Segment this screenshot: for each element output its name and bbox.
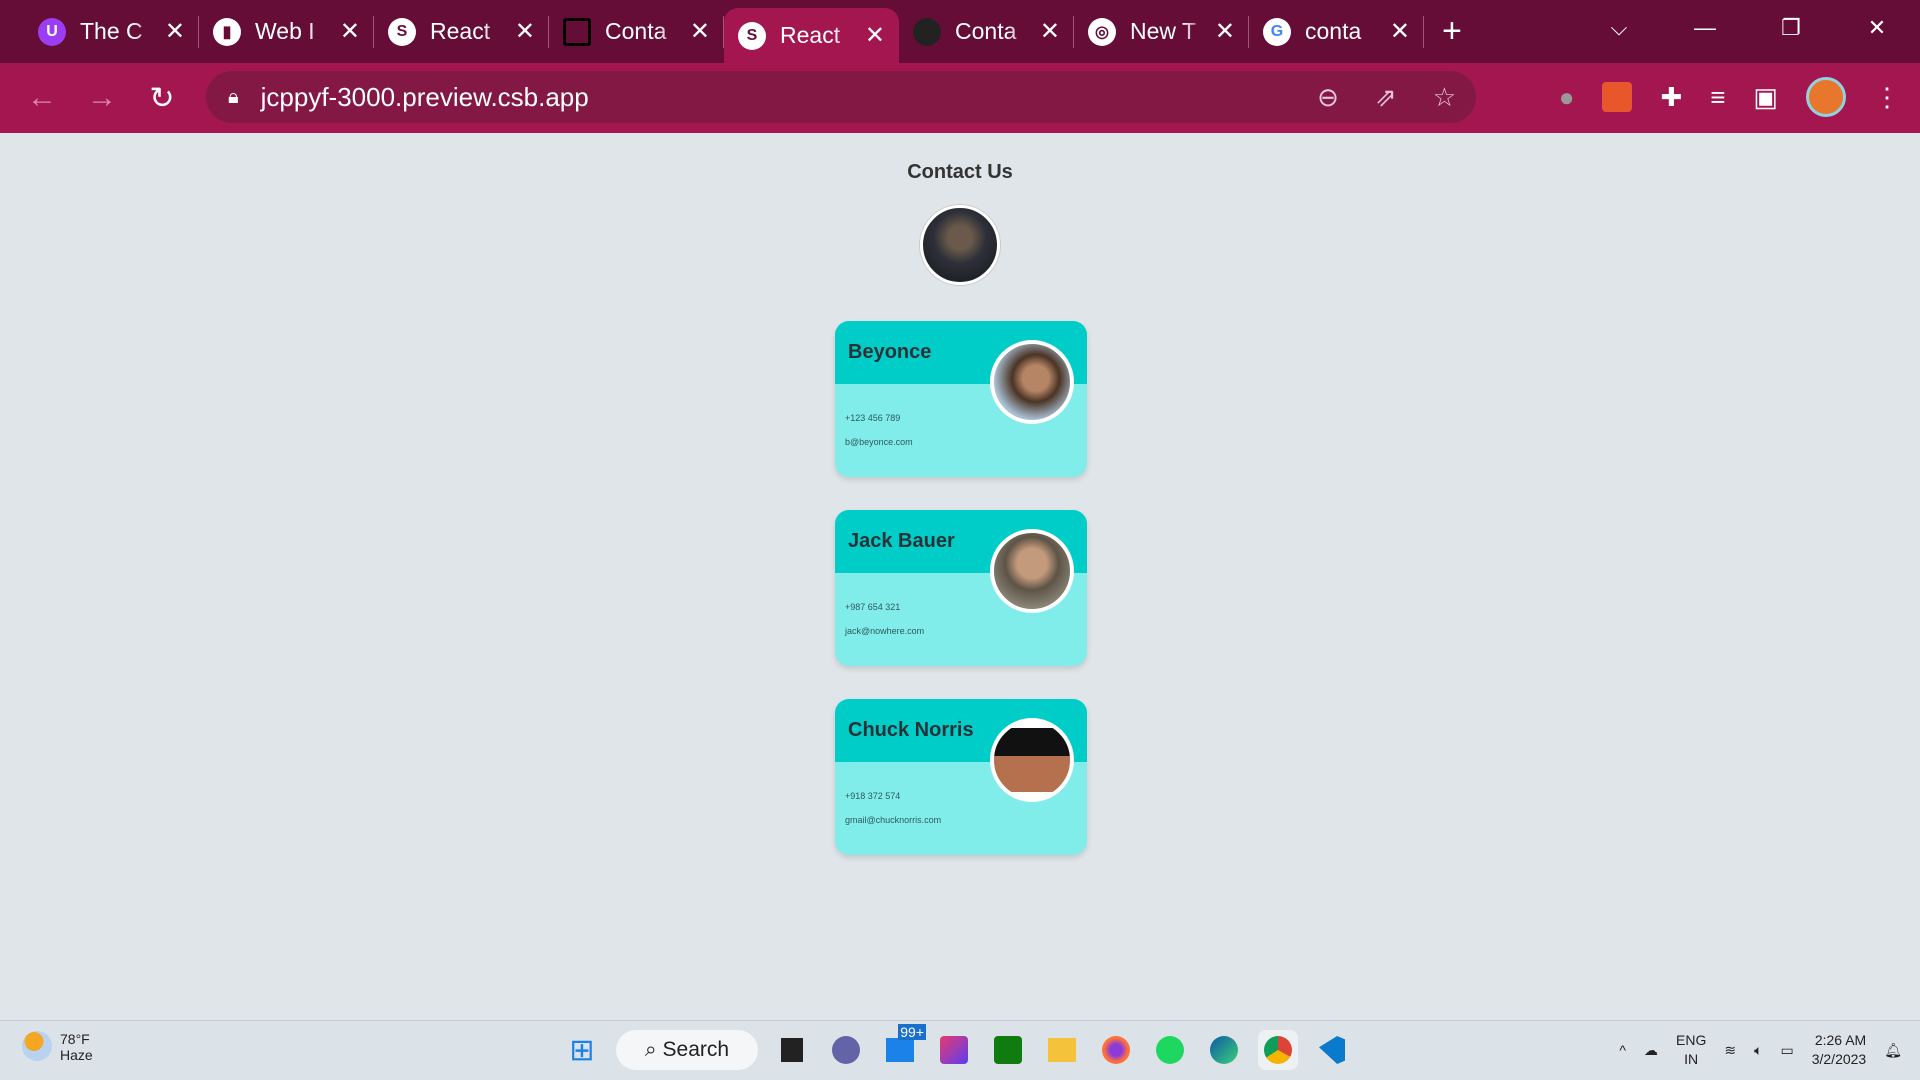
extension-react-icon[interactable] bbox=[1602, 82, 1633, 112]
close-tab-icon[interactable]: ✕ bbox=[865, 21, 885, 50]
task-view-icon[interactable] bbox=[772, 1030, 812, 1070]
contact-phone: +123 456 789 bbox=[845, 413, 901, 423]
language-indicator[interactable]: ENG IN bbox=[1676, 1031, 1706, 1069]
lock-icon: 🔒︎ bbox=[228, 85, 239, 108]
github-icon bbox=[913, 17, 941, 46]
menu-kebab-icon[interactable]: ⋮ bbox=[1874, 82, 1900, 113]
close-window-button[interactable]: ✕ bbox=[1834, 0, 1920, 56]
minimize-button[interactable]: — bbox=[1662, 0, 1748, 56]
taskbar-search[interactable]: ⌕ Search bbox=[616, 1030, 758, 1070]
page-content: Contact Us Beyonce +123 456 789 b@beyonc… bbox=[0, 133, 1920, 1020]
file-explorer-icon[interactable] bbox=[1042, 1030, 1082, 1070]
browser-tab[interactable]: S React ✕ bbox=[374, 0, 549, 63]
taskbar: 78°F Haze ⊞ ⌕ Search 99+ ^ ☁ ENG IN ≋ 🔈︎ ▭… bbox=[0, 1020, 1920, 1080]
codesandbox-icon: S bbox=[388, 17, 416, 46]
time: 2:26 AM bbox=[1814, 1032, 1867, 1048]
clock[interactable]: 2:26 AM 3/2/2023 bbox=[1812, 1031, 1867, 1069]
notification-bell-icon[interactable]: 🔔︎ bbox=[1884, 1042, 1902, 1059]
close-tab-icon[interactable]: ✕ bbox=[1215, 17, 1235, 46]
contact-photo bbox=[990, 529, 1074, 613]
region: IN bbox=[1684, 1051, 1699, 1067]
codesandbox-icon: S bbox=[738, 21, 766, 50]
weather-widget[interactable]: 78°F Haze bbox=[22, 1031, 93, 1063]
close-tab-icon[interactable]: ✕ bbox=[690, 17, 710, 46]
browser-tab[interactable]: Gconta ✕ bbox=[1249, 0, 1424, 63]
browser-tab-active[interactable]: S React ✕ bbox=[724, 8, 899, 63]
spotify-icon[interactable] bbox=[1150, 1030, 1190, 1070]
mail-icon[interactable]: 99+ bbox=[880, 1024, 926, 1070]
contact-email: gmail@chucknorris.com bbox=[845, 815, 942, 825]
contact-card: Beyonce +123 456 789 b@beyonce.com bbox=[835, 321, 1087, 477]
browser-tab[interactable]: Conta ✕ bbox=[899, 0, 1074, 63]
search-label: Search bbox=[662, 1038, 730, 1061]
close-tab-icon[interactable]: ✕ bbox=[1040, 17, 1060, 46]
xbox-icon[interactable] bbox=[988, 1030, 1028, 1070]
mail-badge: 99+ bbox=[898, 1024, 926, 1040]
onedrive-error-icon[interactable]: ☁ bbox=[1644, 1042, 1658, 1059]
google-icon: G bbox=[1263, 17, 1291, 46]
app-icon[interactable] bbox=[934, 1030, 974, 1070]
edge-icon[interactable] bbox=[1204, 1030, 1244, 1070]
back-button[interactable]: ← bbox=[12, 81, 72, 115]
close-tab-icon[interactable]: ✕ bbox=[165, 17, 185, 46]
u-icon: U bbox=[38, 17, 66, 46]
contact-phone: +918 372 574 bbox=[845, 791, 901, 801]
contact-card: Jack Bauer +987 654 321 jack@nowhere.com bbox=[835, 510, 1087, 666]
restore-button[interactable]: ❐ bbox=[1748, 0, 1834, 56]
reading-list-icon[interactable]: ≡ bbox=[1710, 82, 1725, 113]
url-text[interactable]: jcppyf-3000.preview.csb.app bbox=[261, 82, 589, 113]
vscode-icon[interactable] bbox=[1312, 1030, 1352, 1070]
new-tab-button[interactable]: + bbox=[1442, 12, 1462, 51]
date: 3/2/2023 bbox=[1811, 1051, 1867, 1067]
contact-phone: +987 654 321 bbox=[845, 602, 901, 612]
extensions-puzzle-icon[interactable]: ✚ bbox=[1660, 82, 1682, 113]
close-tab-icon[interactable]: ✕ bbox=[340, 17, 360, 46]
tab-strip: U The C ✕ ▮ Web I ✕ S React ✕ Conta ✕ S React ✕ C… bbox=[0, 0, 1920, 63]
tab-search-icon[interactable]: ⌵ bbox=[1576, 0, 1662, 56]
contact-name: Beyonce bbox=[848, 341, 932, 363]
chrome-icon: ◎ bbox=[1088, 17, 1116, 46]
close-tab-icon[interactable]: ✕ bbox=[1390, 17, 1410, 46]
extension-icon[interactable]: ● bbox=[1559, 82, 1575, 113]
volume-icon[interactable]: 🔈︎ bbox=[1754, 1042, 1762, 1059]
wifi-icon[interactable]: ≋ bbox=[1724, 1042, 1736, 1059]
firefox-icon[interactable] bbox=[1096, 1030, 1136, 1070]
address-bar[interactable]: 🔒︎ jcppyf-3000.preview.csb.app ⊖ ⇗ ☆ bbox=[206, 71, 1476, 123]
weather-haze-icon bbox=[22, 1031, 52, 1061]
browser-tab[interactable]: U The C ✕ bbox=[24, 0, 199, 63]
browser-tab[interactable]: ▮ Web I ✕ bbox=[199, 0, 374, 63]
browser-tab[interactable]: ◎ New T ✕ bbox=[1074, 0, 1249, 63]
contact-name: Chuck Norris bbox=[848, 719, 974, 741]
close-tab-icon[interactable]: ✕ bbox=[515, 17, 535, 46]
side-panel-icon[interactable]: ▣ bbox=[1753, 82, 1778, 113]
contact-email: jack@nowhere.com bbox=[845, 626, 925, 636]
phone-icon: ▮ bbox=[213, 17, 241, 46]
zoom-icon[interactable]: ⊖ bbox=[1317, 82, 1339, 113]
contact-photo bbox=[990, 718, 1074, 802]
contact-name: Jack Bauer bbox=[848, 530, 955, 552]
show-hidden-icons-chevron[interactable]: ^ bbox=[1619, 1042, 1626, 1058]
page-title: Contact Us bbox=[907, 161, 1013, 183]
contact-card: Chuck Norris +918 372 574 gmail@chucknor… bbox=[835, 699, 1087, 855]
weather-condition: Haze bbox=[60, 1047, 93, 1063]
main-avatar bbox=[920, 205, 1000, 285]
square-icon bbox=[563, 17, 591, 46]
teams-chat-icon[interactable] bbox=[826, 1030, 866, 1070]
bookmark-star-icon[interactable]: ☆ bbox=[1433, 82, 1456, 113]
windows-start-icon[interactable]: ⊞ bbox=[562, 1030, 602, 1070]
lang: ENG bbox=[1676, 1032, 1707, 1048]
contact-email: b@beyonce.com bbox=[845, 437, 913, 447]
reload-button[interactable]: ↻ bbox=[132, 81, 192, 116]
share-icon[interactable]: ⇗ bbox=[1375, 82, 1397, 113]
forward-button[interactable]: → bbox=[72, 81, 132, 115]
battery-icon[interactable]: ▭ bbox=[1780, 1042, 1793, 1059]
profile-avatar[interactable] bbox=[1806, 77, 1846, 117]
browser-tab[interactable]: Conta ✕ bbox=[549, 0, 724, 63]
browser-toolbar: ← → ↻ 🔒︎ jcppyf-3000.preview.csb.app ⊖ ⇗… bbox=[0, 63, 1920, 133]
weather-temp: 78°F bbox=[60, 1031, 90, 1047]
contact-photo bbox=[990, 340, 1074, 424]
chrome-icon[interactable] bbox=[1258, 1030, 1298, 1070]
